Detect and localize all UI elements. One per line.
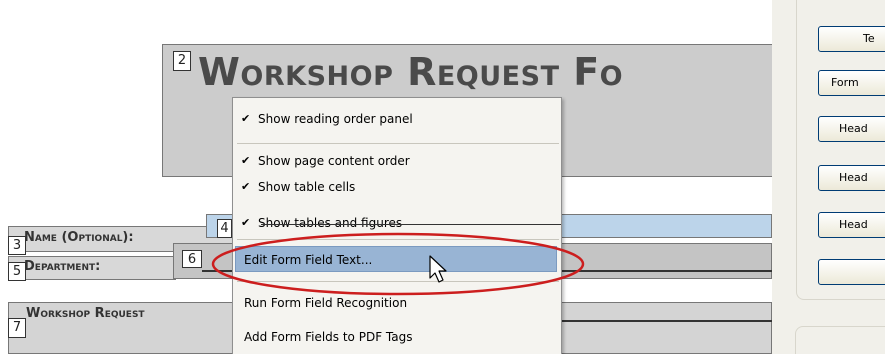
document-line-through-menu xyxy=(261,224,561,225)
checkmark-icon: ✔ xyxy=(241,112,251,125)
workshop-field-line xyxy=(562,320,772,322)
menu-item-label: Show reading order panel xyxy=(258,112,413,126)
checkmark-icon: ✔ xyxy=(241,216,251,229)
order-number-badge: 7 xyxy=(8,318,26,338)
panel-button-text[interactable]: Te xyxy=(818,26,885,52)
right-panel-lower-frame xyxy=(795,326,885,354)
menu-item-edit-form-field-text[interactable]: Edit Form Field Text... xyxy=(235,246,557,272)
panel-button-heading-3[interactable]: Head xyxy=(818,212,885,238)
workshop-label: Workshop Request xyxy=(26,306,145,321)
menu-separator xyxy=(237,143,559,144)
order-number-badge: 4 xyxy=(217,219,232,238)
menu-item-add-form-fields-to-pdf-tags[interactable]: Add Form Fields to PDF Tags xyxy=(234,324,560,350)
form-title: Workshop Request Fo xyxy=(198,50,624,94)
menu-separator xyxy=(237,239,559,240)
menu-item-label: Run Form Field Recognition xyxy=(244,296,408,310)
screenshot-root: 2 Workshop Request Fo 3 Name (Optional):… xyxy=(0,0,885,354)
panel-button-heading-1[interactable]: Head xyxy=(818,116,885,142)
checkmark-icon: ✔ xyxy=(241,180,251,193)
department-label: Department: xyxy=(24,259,101,274)
context-menu: ✔ Show reading order panel ✔ Show page c… xyxy=(232,97,562,354)
menu-item-label: Show page content order xyxy=(258,154,410,168)
panel-button-heading-2[interactable]: Head xyxy=(818,165,885,191)
menu-item-label: Show tables and figures xyxy=(258,216,403,230)
panel-button-blank[interactable] xyxy=(818,259,885,285)
menu-item-run-form-field-recognition[interactable]: Run Form Field Recognition xyxy=(234,290,560,316)
menu-item-label: Add Form Fields to PDF Tags xyxy=(244,330,413,344)
panel-button-form-field[interactable]: Form xyxy=(818,70,885,96)
menu-item-show-page-content-order[interactable]: ✔ Show page content order xyxy=(234,148,560,174)
name-label: Name (Optional): xyxy=(24,230,134,245)
menu-item-show-table-cells[interactable]: ✔ Show table cells xyxy=(234,174,560,200)
menu-item-show-tables-and-figures[interactable]: ✔ Show tables and figures xyxy=(234,210,560,236)
order-number-badge: 6 xyxy=(182,250,202,268)
menu-item-label: Edit Form Field Text... xyxy=(244,253,373,267)
menu-item-show-reading-order-panel[interactable]: ✔ Show reading order panel xyxy=(234,106,560,132)
order-number-badge: 2 xyxy=(173,51,191,71)
checkmark-icon: ✔ xyxy=(241,154,251,167)
menu-item-label: Show table cells xyxy=(258,180,356,194)
menu-separator xyxy=(237,281,559,282)
